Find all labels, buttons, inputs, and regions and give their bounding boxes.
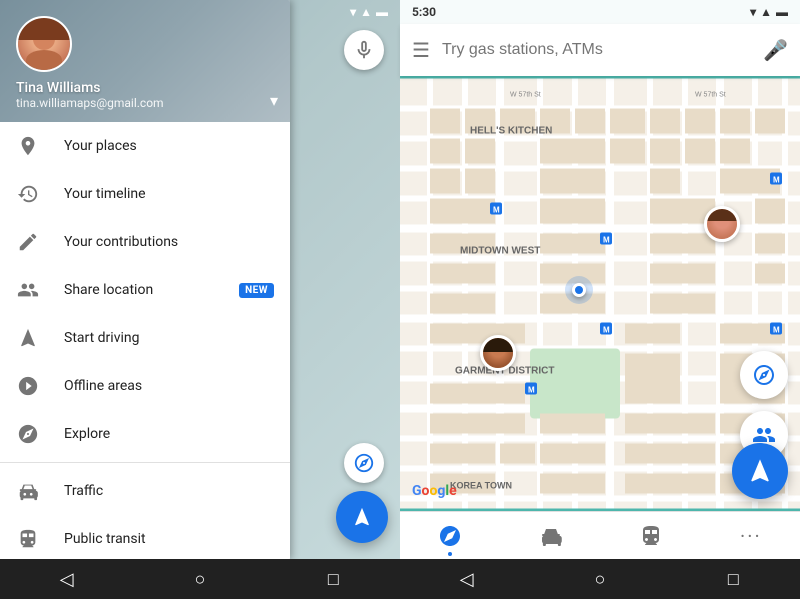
svg-text:W 57th St: W 57th St bbox=[695, 92, 726, 99]
svg-text:M: M bbox=[528, 386, 535, 395]
compass-icon-right bbox=[752, 363, 776, 387]
svg-text:MIDTOWN WEST: MIDTOWN WEST bbox=[460, 246, 540, 257]
navigate-fab-right[interactable] bbox=[732, 443, 788, 499]
nav-bar-left: ◁ ○ □ bbox=[0, 559, 400, 599]
menu-item-your-contributions[interactable]: Your contributions bbox=[0, 218, 290, 266]
tab-driving[interactable] bbox=[523, 520, 579, 552]
mic-button-right[interactable]: 🎤 bbox=[763, 38, 788, 62]
menu-item-offline-areas[interactable]: Offline areas bbox=[0, 362, 290, 410]
navigation-drawer: Tina Williams tina.williamaps@gmail.com … bbox=[0, 0, 290, 560]
compass-icon-left bbox=[353, 452, 375, 474]
avatar-face bbox=[18, 18, 70, 70]
search-bar: ☰ 🎤 bbox=[400, 24, 800, 76]
status-bar-right: 5:30 ▾ ▲ ▬ bbox=[400, 0, 800, 24]
menu-label-traffic: Traffic bbox=[64, 483, 274, 499]
drawer-menu: Your places Your timeline Your contribut… bbox=[0, 122, 290, 560]
svg-text:KOREA TOWN: KOREA TOWN bbox=[450, 481, 512, 491]
map-svg: HELL'S KITCHEN MIDTOWN WEST GARMENT DIST… bbox=[400, 76, 800, 511]
battery-icon-right: ▬ bbox=[776, 5, 788, 19]
nav-recents-right[interactable]: □ bbox=[703, 559, 763, 599]
user-name: Tina Williams bbox=[16, 80, 274, 96]
avatar-hair bbox=[18, 18, 70, 40]
user-avatar bbox=[16, 16, 72, 72]
new-badge: NEW bbox=[239, 283, 274, 298]
mic-icon-left bbox=[353, 39, 375, 61]
account-switch-button[interactable]: ▾ bbox=[270, 91, 278, 110]
share-location-icon bbox=[16, 278, 40, 302]
map-area-right[interactable]: HELL'S KITCHEN MIDTOWN WEST GARMENT DIST… bbox=[400, 76, 800, 511]
transit-icon bbox=[16, 527, 40, 551]
menu-label-public-transit: Public transit bbox=[64, 531, 274, 547]
menu-item-share-location[interactable]: Share location NEW bbox=[0, 266, 290, 314]
tab-bar-right: ··· bbox=[400, 511, 800, 559]
menu-label-share-location: Share location bbox=[64, 282, 215, 298]
nav-back-left[interactable]: ◁ bbox=[37, 559, 97, 599]
nav-recents-left[interactable]: □ bbox=[303, 559, 363, 599]
user-pin-2[interactable] bbox=[480, 335, 516, 371]
tab-transit[interactable] bbox=[623, 520, 679, 552]
more-dots-icon: ··· bbox=[740, 524, 762, 548]
user-pin-1[interactable] bbox=[704, 206, 740, 242]
svg-text:M: M bbox=[773, 326, 780, 335]
signal-icon: ▲ bbox=[360, 5, 372, 19]
contributions-icon bbox=[16, 230, 40, 254]
location-dot bbox=[565, 276, 593, 304]
menu-label-offline-areas: Offline areas bbox=[64, 378, 274, 394]
menu-label-start-driving: Start driving bbox=[64, 330, 274, 346]
navigate-fab-icon-right bbox=[746, 457, 774, 485]
location-fab-icon-left bbox=[351, 506, 373, 528]
menu-label-explore: Explore bbox=[64, 426, 274, 442]
menu-label-your-places: Your places bbox=[64, 138, 274, 154]
menu-item-start-driving[interactable]: Start driving bbox=[0, 314, 290, 362]
explore-icon bbox=[16, 422, 40, 446]
signal-icon-right: ▲ bbox=[760, 5, 772, 19]
battery-icon: ▬ bbox=[376, 5, 388, 19]
right-panel: HELL'S KITCHEN MIDTOWN WEST GARMENT DIST… bbox=[400, 0, 800, 599]
google-logo: Google bbox=[412, 483, 457, 499]
nav-home-left[interactable]: ○ bbox=[170, 559, 230, 599]
nav-back-right[interactable]: ◁ bbox=[437, 559, 497, 599]
location-fab-left[interactable] bbox=[336, 491, 388, 543]
compass-button-left[interactable] bbox=[344, 443, 384, 483]
menu-item-explore[interactable]: Explore bbox=[0, 410, 290, 458]
transit-tab-icon bbox=[639, 524, 663, 548]
menu-item-your-timeline[interactable]: Your timeline bbox=[0, 170, 290, 218]
driving-tab-icon bbox=[539, 524, 563, 548]
menu-label-your-timeline: Your timeline bbox=[64, 186, 274, 202]
menu-item-traffic[interactable]: Traffic bbox=[0, 467, 290, 515]
menu-label-your-contributions: Your contributions bbox=[64, 234, 274, 250]
status-time-right: 5:30 bbox=[412, 5, 436, 19]
user-email: tina.williamaps@gmail.com bbox=[16, 96, 274, 110]
search-input[interactable] bbox=[442, 41, 751, 59]
svg-text:M: M bbox=[603, 326, 610, 335]
tab-more[interactable]: ··· bbox=[724, 520, 778, 552]
hamburger-menu-button[interactable]: ☰ bbox=[412, 38, 430, 62]
svg-text:M: M bbox=[493, 206, 500, 215]
traffic-icon bbox=[16, 479, 40, 503]
mic-button-left[interactable] bbox=[344, 30, 384, 70]
pin-icon bbox=[16, 134, 40, 158]
svg-text:W 57th St: W 57th St bbox=[510, 92, 541, 99]
offline-icon bbox=[16, 374, 40, 398]
drawer-header: Tina Williams tina.williamaps@gmail.com … bbox=[0, 0, 290, 122]
explore-tab-icon bbox=[438, 524, 462, 548]
svg-text:M: M bbox=[603, 236, 610, 245]
nav-bar-right: ◁ ○ □ bbox=[400, 559, 800, 599]
nav-home-right[interactable]: ○ bbox=[570, 559, 630, 599]
tab-explore[interactable] bbox=[422, 520, 478, 552]
navigation-icon bbox=[16, 326, 40, 350]
left-panel: 12:00 ▾ ▲ ▬ Tina Williams tina.williamap… bbox=[0, 0, 400, 599]
svg-text:HELL'S KITCHEN: HELL'S KITCHEN bbox=[470, 126, 552, 137]
svg-text:M: M bbox=[773, 176, 780, 185]
menu-divider bbox=[0, 462, 290, 463]
menu-item-public-transit[interactable]: Public transit bbox=[0, 515, 290, 560]
menu-item-your-places[interactable]: Your places bbox=[0, 122, 290, 170]
status-icons-left: ▾ ▲ ▬ bbox=[350, 5, 388, 19]
compass-button-right[interactable] bbox=[740, 351, 788, 399]
wifi-icon: ▾ bbox=[350, 5, 356, 19]
timeline-icon bbox=[16, 182, 40, 206]
wifi-icon-right: ▾ bbox=[750, 5, 756, 19]
status-icons-right: ▾ ▲ ▬ bbox=[750, 5, 788, 19]
